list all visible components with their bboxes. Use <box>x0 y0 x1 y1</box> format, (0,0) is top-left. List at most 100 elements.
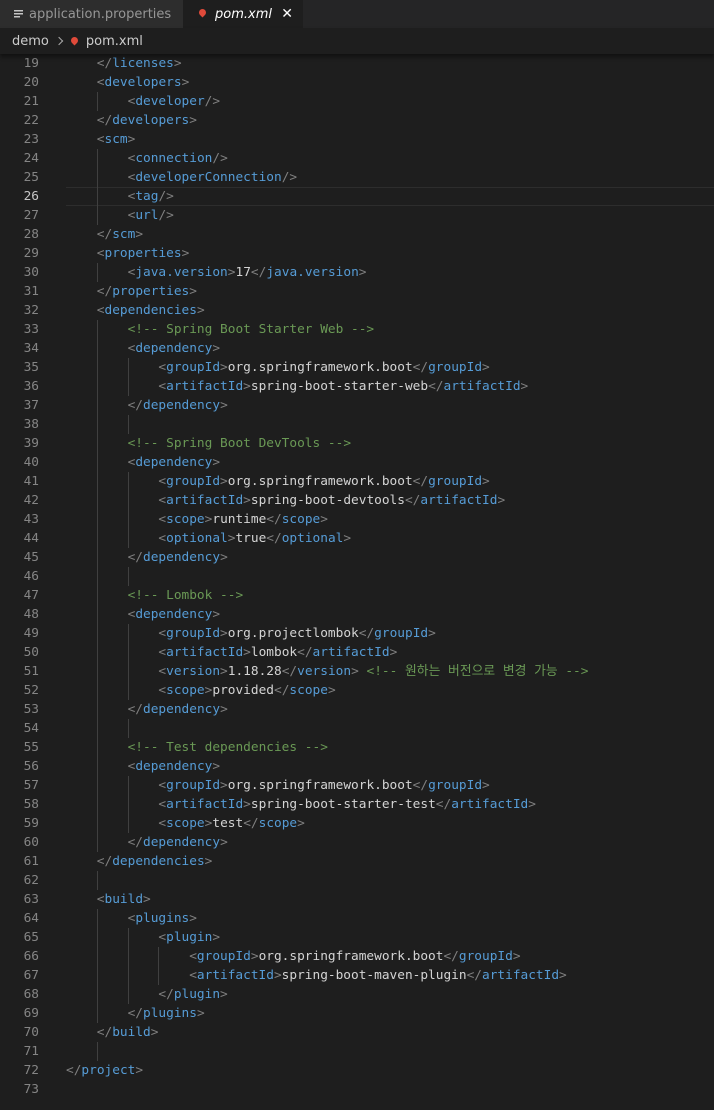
xml-tag-name: scope <box>166 816 205 831</box>
code-content: <connection/> <box>128 149 228 168</box>
close-icon[interactable]: ✕ <box>281 6 293 22</box>
code-content: </build> <box>97 1023 159 1042</box>
code-line[interactable]: 40 <dependency> <box>0 453 714 472</box>
code-line[interactable]: 66 <groupId>org.springframework.boot</gro… <box>0 947 714 966</box>
code-line[interactable]: 54 <box>0 719 714 738</box>
xml-tag-name: groupId <box>166 626 221 641</box>
code-line[interactable]: 60 </dependency> <box>0 833 714 852</box>
indent-guide <box>96 206 98 225</box>
code-line[interactable]: 19 </licenses> <box>0 54 714 73</box>
code-line[interactable]: 46 <box>0 567 714 586</box>
indent-guide <box>127 377 129 396</box>
code-line[interactable]: 41 <groupId>org.springframework.boot</gro… <box>0 472 714 491</box>
code-line[interactable]: 39 <!-- Spring Boot DevTools --> <box>0 434 714 453</box>
code-line[interactable]: 72 </project> <box>0 1061 714 1080</box>
code-line[interactable]: 42 <artifactId>spring-boot-devtools</arti… <box>0 491 714 510</box>
code-line[interactable]: 58 <artifactId>spring-boot-starter-test</… <box>0 795 714 814</box>
code-line[interactable]: 22 </developers> <box>0 111 714 130</box>
code-line[interactable]: 63 <build> <box>0 890 714 909</box>
code-line[interactable]: 27 <url/> <box>0 206 714 225</box>
code-line[interactable]: 65 <plugin> <box>0 928 714 947</box>
code-content: <scope>provided</scope> <box>158 681 335 700</box>
code-line[interactable]: 21 <developer/> <box>0 92 714 111</box>
code-line[interactable]: 32 <dependencies> <box>0 301 714 320</box>
xml-punctuation: > <box>243 645 251 660</box>
code-line[interactable]: 67 <artifactId>spring-boot-maven-plugin</… <box>0 966 714 985</box>
xml-punctuation: </ <box>127 835 144 850</box>
xml-tag-name: properties <box>112 284 190 299</box>
code-line[interactable]: 51 <version>1.18.28</version> <!-- 원하는 버전… <box>0 662 714 681</box>
code-line[interactable]: 62 <box>0 871 714 890</box>
tab-application-properties[interactable]: application.properties <box>0 0 183 28</box>
xml-tag-name: groupId <box>196 949 251 964</box>
code-line[interactable]: 68 </plugin> <box>0 985 714 1004</box>
xml-punctuation: < <box>158 474 167 489</box>
indent-guide <box>96 738 98 757</box>
xml-punctuation: /> <box>158 189 174 204</box>
code-line[interactable]: 37 </dependency> <box>0 396 714 415</box>
line-number: 42 <box>23 493 39 508</box>
code-line[interactable]: 45 </dependency> <box>0 548 714 567</box>
code-line[interactable]: 70 </build> <box>0 1023 714 1042</box>
code-line[interactable]: 69 </plugins> <box>0 1004 714 1023</box>
xml-punctuation: </ <box>96 284 113 299</box>
code-line[interactable]: 57 <groupId>org.springframework.boot</gro… <box>0 776 714 795</box>
code-line[interactable]: 61 </dependencies> <box>0 852 714 871</box>
code-line[interactable]: 44 <optional>true</optional> <box>0 529 714 548</box>
code-line[interactable]: 30 <java.version>17</java.version> <box>0 263 714 282</box>
tab-pom-xml[interactable]: pom.xml ✕ <box>183 0 303 28</box>
code-line[interactable]: 31 </properties> <box>0 282 714 301</box>
code-line[interactable]: 29 <properties> <box>0 244 714 263</box>
xml-punctuation: > <box>512 949 521 964</box>
breadcrumb-folder[interactable]: demo <box>12 34 49 49</box>
code-line[interactable]: 55 <!-- Test dependencies --> <box>0 738 714 757</box>
xml-punctuation: < <box>158 493 167 508</box>
code-line[interactable]: 28 </scm> <box>0 225 714 244</box>
xml-tag-name: plugins <box>135 911 190 926</box>
code-editor[interactable]: 19 </licenses> 20 <developers> 21 <developer/… <box>0 54 714 1110</box>
code-line[interactable]: 36 <artifactId>spring-boot-starter-web</a… <box>0 377 714 396</box>
code-line[interactable]: 73 <box>0 1080 714 1099</box>
code-line[interactable]: 49 <groupId>org.projectlombok</groupId> <box>0 624 714 643</box>
indent-guide <box>96 339 98 358</box>
line-number: 60 <box>23 835 39 850</box>
line-number: 58 <box>23 797 39 812</box>
indent-guide <box>96 586 98 605</box>
code-line[interactable]: 24 <connection/> <box>0 149 714 168</box>
xml-punctuation: > <box>204 854 213 869</box>
code-line[interactable]: 34 <dependency> <box>0 339 714 358</box>
indent-guide <box>96 149 98 168</box>
code-line[interactable]: 50 <artifactId>lombok</artifactId> <box>0 643 714 662</box>
xml-text: runtime <box>212 512 267 527</box>
xml-text: provided <box>212 683 274 698</box>
code-line[interactable]: 35 <groupId>org.springframework.boot</gro… <box>0 358 714 377</box>
code-line[interactable]: 52 <scope>provided</scope> <box>0 681 714 700</box>
breadcrumb-file[interactable]: pom.xml <box>86 34 143 49</box>
code-line[interactable]: 20 <developers> <box>0 73 714 92</box>
xml-punctuation: /> <box>204 94 221 109</box>
code-line[interactable]: 23 <scm> <box>0 130 714 149</box>
code-line[interactable]: 53 </dependency> <box>0 700 714 719</box>
line-number: 35 <box>23 360 39 375</box>
code-line[interactable]: 38 <box>0 415 714 434</box>
xml-punctuation: </ <box>127 702 144 717</box>
xml-punctuation: > <box>343 531 352 546</box>
line-number: 27 <box>23 208 39 223</box>
xml-tag-name: groupId <box>166 474 221 489</box>
code-line[interactable]: 71 <box>0 1042 714 1061</box>
code-line[interactable]: 59 <scope>test</scope> <box>0 814 714 833</box>
code-line[interactable]: 56 <dependency> <box>0 757 714 776</box>
code-line[interactable]: 47 <!-- Lombok --> <box>0 586 714 605</box>
chevron-right-icon <box>54 36 64 46</box>
code-line[interactable]: 33 <!-- Spring Boot Starter Web --> <box>0 320 714 339</box>
xml-punctuation: </ <box>266 512 282 527</box>
code-line[interactable]: 26 <tag/> <box>0 187 714 206</box>
xml-punctuation: > <box>150 1025 159 1040</box>
indent-guide <box>127 358 129 377</box>
code-line[interactable]: 48 <dependency> <box>0 605 714 624</box>
indent-guide <box>96 491 98 510</box>
code-line[interactable]: 43 <scope>runtime</scope> <box>0 510 714 529</box>
code-line[interactable]: 64 <plugins> <box>0 909 714 928</box>
code-line[interactable]: 25 <developerConnection/> <box>0 168 714 187</box>
code-content: <dependency> <box>128 605 220 624</box>
